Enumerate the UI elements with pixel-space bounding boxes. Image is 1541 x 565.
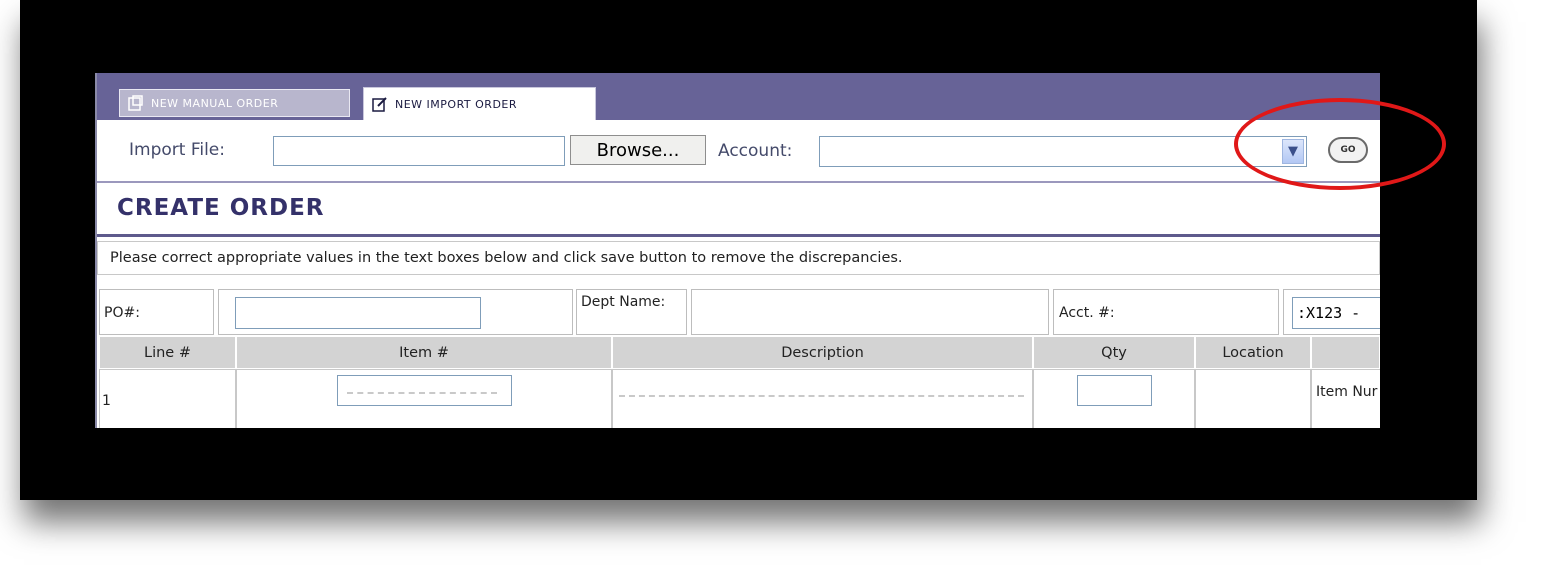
po-label: PO#: — [99, 289, 214, 335]
tab-bar: NEW MANUAL ORDER NEW IMPORT ORDER — [97, 73, 1380, 121]
import-file-input[interactable] — [273, 136, 565, 166]
order-app: NEW MANUAL ORDER NEW IMPORT ORDER Import… — [95, 73, 1380, 428]
acct-cell — [1283, 289, 1380, 335]
title-bar: CREATE ORDER — [97, 185, 1380, 237]
column-header-item: Item # — [236, 336, 612, 369]
cell-location — [1195, 369, 1311, 428]
column-header-location: Location — [1195, 336, 1311, 369]
import-file-label: Import File: — [129, 140, 225, 160]
qty-input[interactable] — [1077, 375, 1152, 406]
discrepancy-notice: Please correct appropriate values in the… — [97, 241, 1380, 275]
cell-description — [612, 369, 1033, 428]
po-input[interactable] — [235, 297, 481, 329]
po-row: PO#: Dept Name: Acct. #: — [97, 289, 1380, 335]
item-input[interactable] — [337, 375, 512, 406]
order-icon — [128, 95, 144, 111]
cell-item — [236, 369, 612, 428]
cell-extra: Item Nur — [1311, 369, 1380, 428]
edit-icon — [372, 96, 388, 112]
highlight-circle — [1234, 98, 1446, 190]
po-cell — [218, 289, 573, 335]
redacted-item — [347, 392, 497, 394]
account-label: Account: — [718, 141, 793, 161]
tab-label: NEW IMPORT ORDER — [395, 97, 518, 111]
page-title: CREATE ORDER — [117, 195, 325, 221]
dept-name-label: Dept Name: — [576, 289, 687, 335]
cell-qty — [1033, 369, 1195, 428]
column-header-line: Line # — [99, 336, 236, 369]
column-header-qty: Qty — [1033, 336, 1195, 369]
acct-input[interactable] — [1292, 297, 1380, 329]
cell-line: 1 — [99, 369, 236, 428]
column-header-extra — [1311, 336, 1380, 369]
browse-button[interactable]: Browse... — [570, 135, 706, 165]
tab-label: NEW MANUAL ORDER — [151, 96, 279, 110]
dept-name-value — [691, 289, 1049, 335]
tab-new-manual-order[interactable]: NEW MANUAL ORDER — [119, 89, 350, 117]
column-header-description: Description — [612, 336, 1033, 369]
tab-new-import-order[interactable]: NEW IMPORT ORDER — [363, 87, 596, 120]
redacted-description — [619, 395, 1024, 397]
import-toolbar: Import File: Browse... Account: ▼ GO — [97, 120, 1380, 183]
acct-label: Acct. #: — [1053, 289, 1279, 335]
